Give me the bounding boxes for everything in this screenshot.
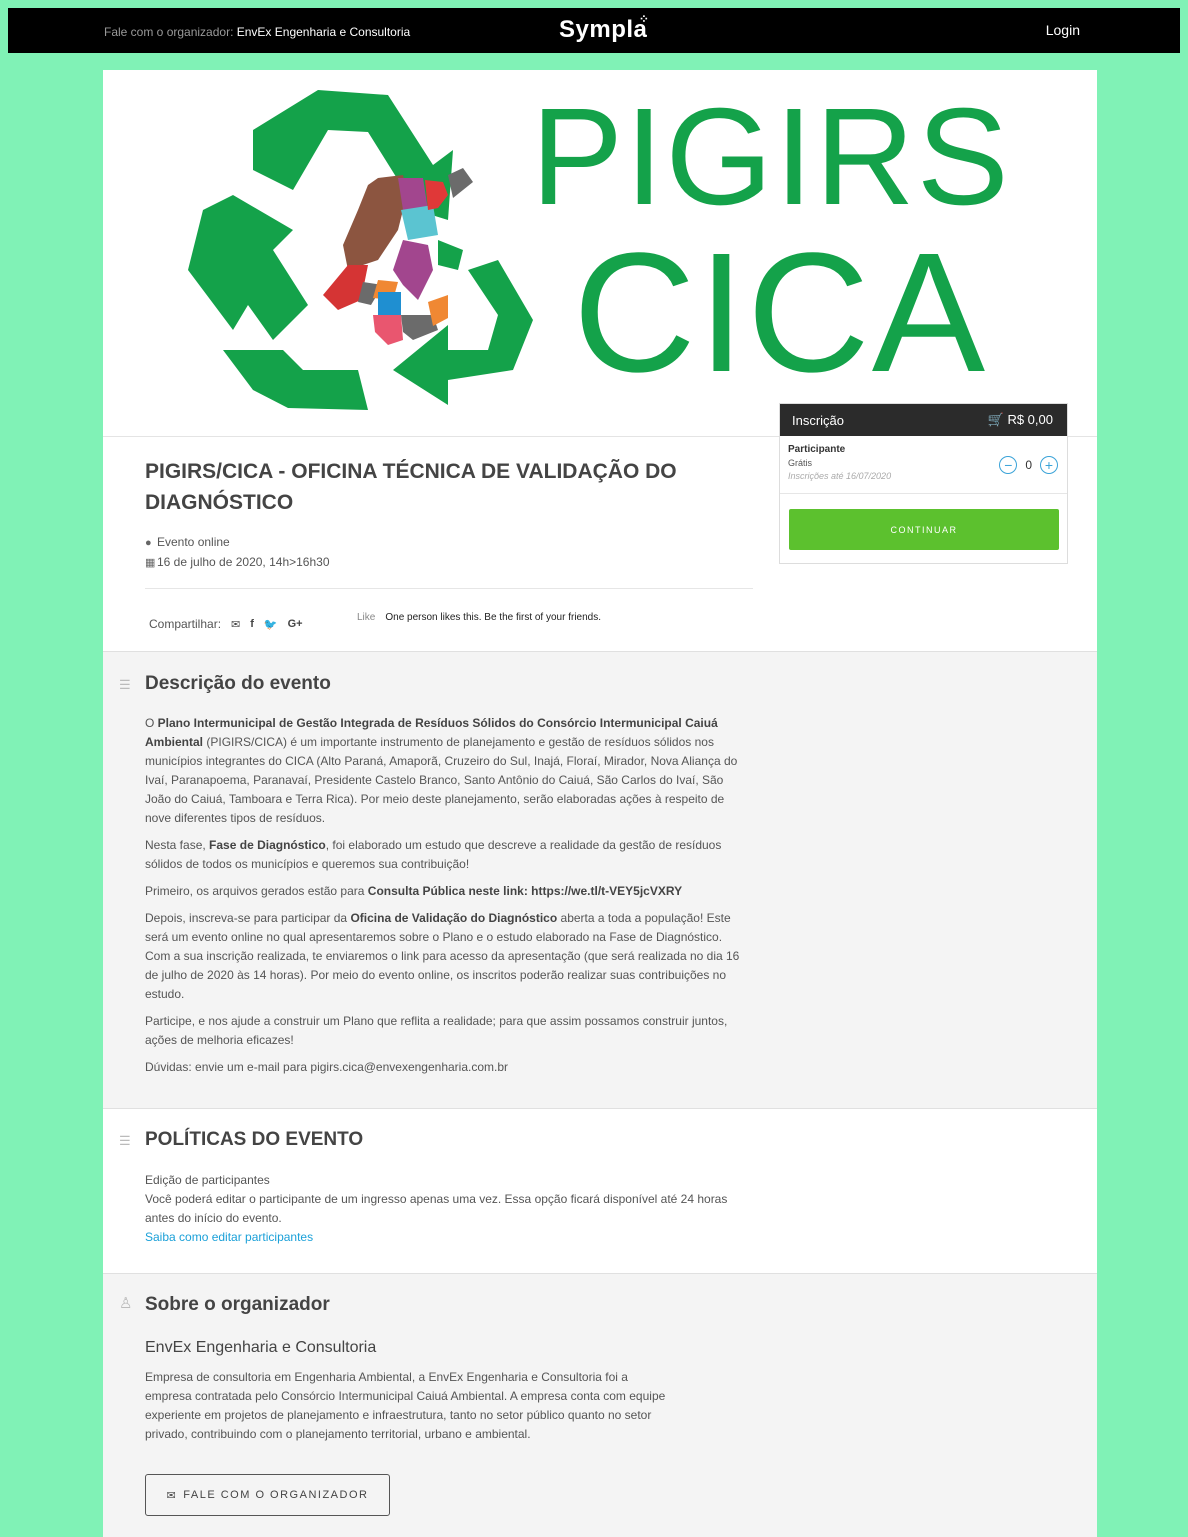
contact-organizer-label: FALE COM O ORGANIZADOR [183,1489,369,1501]
quantity-value: 0 [1025,458,1032,472]
envelope-icon: ✉ [166,1489,178,1502]
event-title: PIGIRS/CICA - OFICINA TÉCNICA DE VALIDAÇ… [145,460,677,514]
ticket-total: 🛒 R$ 0,00 [988,412,1053,428]
event-date: ▦ 16 de julho de 2020, 14h>16h30 [145,555,330,569]
calendar-icon: ▦ [145,557,156,569]
description-text: Depois, inscreva-se para participar da [145,911,348,925]
description-text: Nesta fase, [145,838,206,852]
description-body: O Plano Intermunicipal de Gestão Integra… [145,714,745,1085]
description-bold: Fase de Diagnóstico [209,838,326,852]
description-text: Primeiro, os arquivos gerados estão para [145,884,365,898]
description-paragraph: Primeiro, os arquivos gerados estão para… [145,882,745,901]
event-banner: PIGIRS CICA [103,70,1097,436]
ticket-type-row: Participante Grátis Inscrições até 16/07… [780,436,1067,494]
share-label: Compartilhar: [149,617,222,631]
organizer-name: EnvEx Engenharia e Consultoria [145,1339,377,1356]
description-paragraph: Depois, inscreva-se para participar da O… [145,909,745,1004]
ticket-header-label: Inscrição [792,412,845,428]
description-section: ☰ Descrição do evento O Plano Intermunic… [103,651,1097,1108]
description-text: (PIGIRS/CICA) é um importante instrument… [145,735,738,825]
twitter-share-icon[interactable]: 🐦 [264,618,278,631]
recycle-map-logo-icon [188,90,533,410]
organizer-title: Sobre o organizador [145,1294,330,1315]
organizer-description: Empresa de consultoria em Engenharia Amb… [145,1370,666,1441]
banner-title-pigirs: PIGIRS [531,80,1011,234]
consultation-link[interactable]: Consulta Pública neste link: https://we.… [368,884,682,898]
login-link[interactable]: Login [1046,22,1080,38]
sympla-logo[interactable]: Sympla ⁘ [559,12,649,44]
policies-text: Você poderá editar o participante de um … [145,1192,728,1225]
contact-organizer-link[interactable]: Fale com o organizador: EnvEx Engenharia… [104,25,410,39]
top-bar: Fale com o organizador: EnvEx Engenharia… [8,8,1180,53]
policies-body: Edição de participantes Você poderá edit… [145,1171,745,1247]
user-icon: ♙ [119,1295,133,1312]
event-location-text: Evento online [157,535,230,549]
description-paragraph: Dúvidas: envie um e-mail para pigirs.cic… [145,1060,509,1074]
contact-prefix: Fale com o organizador: [104,25,234,39]
like-text: One person likes this. Be the first of y… [385,612,602,623]
event-page: PIGIRS CICA PIGIRS/CICA - OFICINA TÉCNIC… [103,70,1097,1537]
like-button[interactable]: Like [357,612,375,623]
email-share-icon[interactable]: ✉ [231,618,240,631]
minus-circle-icon[interactable]: − [999,456,1018,474]
facebook-like-widget: Like One person likes this. Be the first … [357,612,601,623]
ticket-panel: Inscrição 🛒 R$ 0,00 Participante Grátis … [779,403,1068,564]
ticket-panel-header: Inscrição 🛒 R$ 0,00 [780,404,1067,436]
quantity-stepper: − 0 + [999,456,1058,474]
description-paragraph: Nesta fase, Fase de Diagnóstico, foi ela… [145,836,745,874]
plus-circle-icon[interactable]: + [1040,456,1058,474]
cart-icon: 🛒 [987,412,1004,427]
brand-name: Sympla [559,16,648,43]
share-bar: Compartilhar: ✉ f 🐦 G+ [149,617,303,631]
description-paragraph: O Plano Intermunicipal de Gestão Integra… [145,716,738,825]
description-paragraph: Participe, e nos ajude a construir um Pl… [145,1014,728,1047]
event-date-text: 16 de julho de 2020, 14h>16h30 [157,555,330,569]
continue-button[interactable]: CONTINUAR [789,509,1059,550]
organizer-section: ♙ Sobre o organizador EnvEx Engenharia e… [103,1273,1097,1537]
description-bold: Oficina de Validação do Diagnóstico [350,911,558,925]
policies-subtitle: Edição de participantes [145,1173,270,1187]
map-marker-icon: ● [145,537,152,549]
logo-dots-icon: ⁘ [638,12,650,26]
lines-icon: ☰ [119,677,131,692]
event-location: ● Evento online [145,535,230,549]
google-plus-share-icon[interactable]: G+ [288,618,303,630]
facebook-share-icon[interactable]: f [250,618,254,630]
description-title: Descrição do evento [145,673,331,694]
banner-title-cica: CICA [573,218,988,408]
policies-title: POLÍTICAS DO EVENTO [145,1129,364,1150]
ticket-type-name: Participante [788,444,846,455]
edit-participants-link[interactable]: Saiba como editar participantes [145,1228,745,1247]
contact-organizer-name: EnvEx Engenharia e Consultoria [236,25,411,39]
divider [145,588,753,589]
contact-organizer-button[interactable]: ✉ FALE COM O ORGANIZADOR [145,1474,390,1516]
policies-section: ☰ POLÍTICAS DO EVENTO Edição de particip… [103,1108,1097,1273]
ticket-total-value: R$ 0,00 [1007,412,1053,427]
lines-icon: ☰ [119,1133,131,1148]
